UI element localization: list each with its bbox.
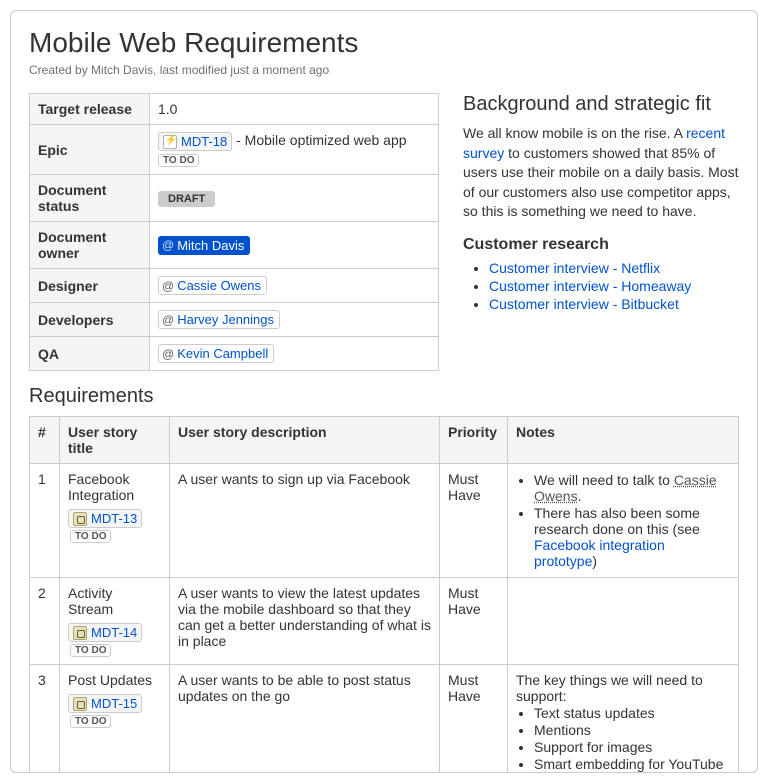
- text: We will need to talk to: [534, 472, 674, 488]
- status-badge: TO DO: [70, 530, 111, 543]
- req-desc: A user wants to sign up via Facebook: [170, 464, 440, 578]
- story-issue-key: MDT-14: [91, 625, 137, 640]
- research-link[interactable]: Customer interview - Netflix: [489, 260, 660, 276]
- text: to customers showed that 85% of users us…: [463, 145, 738, 220]
- req-prio: Must Have: [440, 578, 508, 665]
- req-notes: [508, 578, 739, 665]
- col-header-desc: User story description: [170, 417, 440, 464]
- req-title: Post Updates: [68, 672, 152, 688]
- req-title: Facebook Integration: [68, 471, 134, 503]
- page-frame: Mobile Web Requirements Created by Mitch…: [10, 10, 758, 773]
- col-header-notes: Notes: [508, 417, 739, 464]
- meta-value-qa: @Kevin Campbell: [150, 337, 439, 371]
- byline: Created by Mitch Davis, last modified ju…: [29, 63, 739, 77]
- at-symbol: @: [162, 313, 174, 327]
- meta-key: Designer: [30, 269, 150, 303]
- req-title: Activity Stream: [68, 585, 113, 617]
- research-link[interactable]: Customer interview - Homeaway: [489, 278, 691, 294]
- metadata-table: Target release 1.0 Epic MDT-18 - Mobile …: [29, 93, 439, 371]
- meta-value-epic: MDT-18 - Mobile optimized web app TO DO: [150, 125, 439, 175]
- meta-value-designer: @Cassie Owens: [150, 269, 439, 303]
- mention-name: Cassie Owens: [177, 278, 261, 293]
- req-num: 1: [30, 464, 60, 578]
- req-prio: Must Have: [440, 464, 508, 578]
- story-type-icon: [73, 512, 87, 526]
- story-issue-lozenge[interactable]: MDT-15: [68, 694, 142, 713]
- req-num: 3: [30, 665, 60, 774]
- research-link[interactable]: Customer interview - Bitbucket: [489, 296, 679, 312]
- status-badge: TO DO: [158, 154, 199, 167]
- req-prio: Must Have: [440, 665, 508, 774]
- epic-issue-key: MDT-18: [181, 134, 227, 149]
- status-badge: DRAFT: [158, 191, 215, 207]
- notes-bullet: Text status updates: [534, 705, 730, 721]
- notes-bullet: Mentions: [534, 722, 730, 738]
- epic-type-icon: [163, 135, 177, 149]
- story-issue-lozenge[interactable]: MDT-14: [68, 623, 142, 642]
- table-row: 2 Activity Stream MDT-14 TO DO A user wa…: [30, 578, 739, 665]
- page-title: Mobile Web Requirements: [29, 27, 739, 59]
- meta-key: Document owner: [30, 222, 150, 269]
- story-issue-key: MDT-13: [91, 511, 137, 526]
- meta-key: Developers: [30, 303, 150, 337]
- notes-lead: The key things we will need to support:: [516, 672, 703, 704]
- text: There has also been some research done o…: [534, 505, 700, 537]
- story-type-icon: [73, 626, 87, 640]
- req-title-cell: Post Updates MDT-15 TO DO: [60, 665, 170, 774]
- req-desc: A user wants to view the latest updates …: [170, 578, 440, 665]
- requirements-table: # User story title User story descriptio…: [29, 416, 739, 773]
- text: We all know mobile is on the rise. A: [463, 125, 686, 141]
- user-mention[interactable]: @Kevin Campbell: [158, 344, 274, 363]
- story-issue-lozenge[interactable]: MDT-13: [68, 509, 142, 528]
- text: .: [578, 488, 582, 504]
- epic-summary: - Mobile optimized web app: [236, 132, 406, 148]
- meta-key: QA: [30, 337, 150, 371]
- req-title-cell: Activity Stream MDT-14 TO DO: [60, 578, 170, 665]
- customer-research-heading: Customer research: [463, 236, 739, 254]
- user-mention[interactable]: @Harvey Jennings: [158, 310, 280, 329]
- meta-value-target-release: 1.0: [150, 94, 439, 125]
- mention-name: Harvey Jennings: [177, 312, 274, 327]
- req-notes: The key things we will need to support: …: [508, 665, 739, 774]
- req-num: 2: [30, 578, 60, 665]
- req-notes: We will need to talk to Cassie Owens. Th…: [508, 464, 739, 578]
- epic-issue-lozenge[interactable]: MDT-18: [158, 132, 232, 151]
- req-desc: A user wants to be able to post status u…: [170, 665, 440, 774]
- background-paragraph: We all know mobile is on the rise. A rec…: [463, 124, 739, 222]
- col-header-num: #: [30, 417, 60, 464]
- research-link-list: Customer interview - Netflix Customer in…: [463, 260, 739, 312]
- req-title-cell: Facebook Integration MDT-13 TO DO: [60, 464, 170, 578]
- notes-bullet: There has also been some research done o…: [534, 505, 730, 569]
- notes-bullet: Smart embedding for YouTube vids: [534, 756, 730, 773]
- meta-key: Target release: [30, 94, 150, 125]
- requirements-heading: Requirements: [29, 385, 739, 408]
- background-heading: Background and strategic fit: [463, 93, 739, 116]
- meta-value-developers: @Harvey Jennings: [150, 303, 439, 337]
- at-symbol: @: [162, 347, 174, 361]
- meta-key: Document status: [30, 175, 150, 222]
- at-symbol: @: [162, 279, 174, 293]
- background-section: Background and strategic fit We all know…: [463, 93, 739, 314]
- user-mention[interactable]: @Mitch Davis: [158, 236, 250, 255]
- notes-bullet: Support for images: [534, 739, 730, 755]
- mention-name: Kevin Campbell: [177, 346, 268, 361]
- col-header-title: User story title: [60, 417, 170, 464]
- at-symbol: @: [162, 238, 174, 252]
- table-row: 3 Post Updates MDT-15 TO DO A user wants…: [30, 665, 739, 774]
- status-badge: TO DO: [70, 715, 111, 728]
- meta-value-owner: @Mitch Davis: [150, 222, 439, 269]
- mention-name: Mitch Davis: [177, 238, 244, 253]
- status-badge: TO DO: [70, 644, 111, 657]
- story-type-icon: [73, 697, 87, 711]
- table-row: 1 Facebook Integration MDT-13 TO DO A us…: [30, 464, 739, 578]
- prototype-link[interactable]: Facebook integration prototype: [534, 537, 665, 569]
- meta-key: Epic: [30, 125, 150, 175]
- meta-value-status: DRAFT: [150, 175, 439, 222]
- text: ): [592, 553, 597, 569]
- story-issue-key: MDT-15: [91, 696, 137, 711]
- user-mention[interactable]: @Cassie Owens: [158, 276, 267, 295]
- col-header-prio: Priority: [440, 417, 508, 464]
- notes-bullet: We will need to talk to Cassie Owens.: [534, 472, 730, 504]
